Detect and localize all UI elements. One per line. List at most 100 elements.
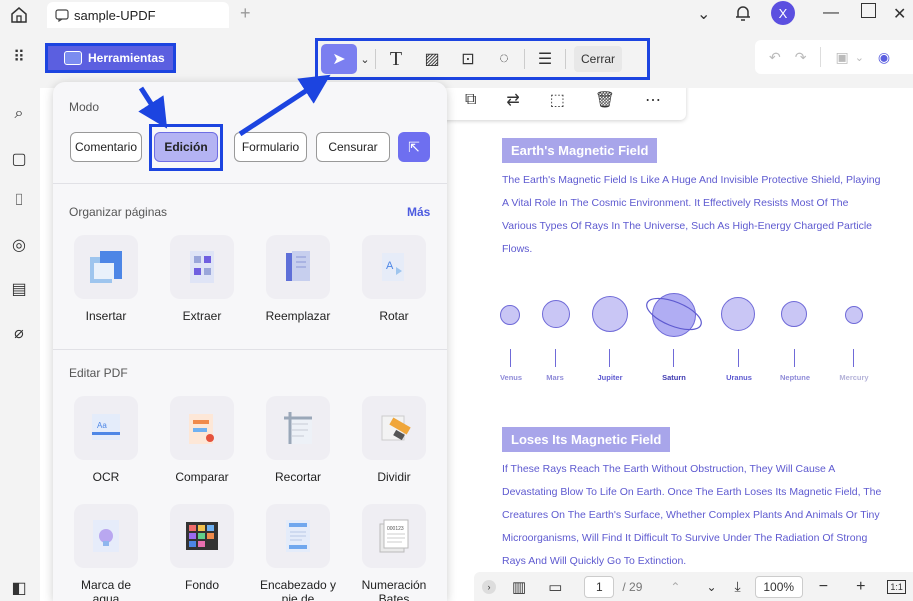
watermark-icon — [74, 504, 138, 568]
page-end-icon[interactable]: ⤓ — [735, 578, 741, 595]
pages-icon[interactable]: ▢ — [9, 149, 29, 169]
ai-doc-icon[interactable]: ▤ — [9, 279, 29, 299]
tool-comparar[interactable]: Comparar — [162, 396, 242, 484]
mode-comentario-button[interactable]: Comentario — [70, 132, 142, 162]
undo-icon[interactable]: ↶ — [769, 49, 781, 66]
zoom-in-icon[interactable]: + — [856, 578, 865, 596]
planet-mercury — [845, 306, 863, 324]
save-icon[interactable]: ▣ — [835, 49, 848, 66]
tool-label: Fondo — [184, 578, 220, 592]
bookmark-icon[interactable]: ⌷ — [9, 192, 29, 212]
saturn-ring — [646, 297, 702, 331]
tool-label: Encabezado y pie de — [259, 578, 337, 601]
tool-extraer[interactable]: Extraer — [162, 235, 242, 323]
planets-illustration[interactable]: Venus Mars Jupiter Saturn Uranus Neptune… — [495, 285, 885, 395]
planet-label: Uranus — [726, 373, 752, 382]
page-number-input[interactable]: 1 — [584, 575, 615, 598]
heading-loses-field[interactable]: Loses Its Magnetic Field — [502, 427, 671, 452]
maximize-icon[interactable] — [861, 3, 876, 18]
bell-icon[interactable] — [733, 3, 753, 23]
chevron-down-icon[interactable]: ⌄ — [357, 44, 373, 74]
tool-label: Extraer — [182, 309, 222, 323]
tool-marca-de-agua[interactable]: Marca de agua — [66, 504, 146, 601]
status-bar: › ▥ ▭ 1 / 29 ⌃ ⌄ ⤓ 100% − + 1:1 — [474, 572, 913, 601]
more-icon[interactable]: ⋯ — [645, 90, 661, 110]
new-tab-icon[interactable]: + — [240, 3, 251, 24]
tool-encabezado[interactable]: Encabezado y pie de — [258, 504, 338, 601]
fit-page-icon[interactable]: 1:1 — [887, 579, 906, 594]
tool-label: Dividir — [377, 470, 411, 484]
planet-label: Saturn — [662, 373, 686, 382]
tools-button[interactable]: Herramientas — [45, 43, 176, 73]
edit-toolbar: ➤ ⌄ T ▨ ⊡ ◌ ☰ Cerrar — [315, 38, 650, 80]
tool-rotar[interactable]: A Rotar — [354, 235, 434, 323]
close-window-icon[interactable]: ✕ — [893, 4, 906, 24]
paragraph-2[interactable]: If These Rays Reach The Earth Without Ob… — [502, 458, 887, 573]
tool-fondo[interactable]: Fondo — [162, 504, 242, 592]
apps-grid-icon[interactable]: ⠿ — [9, 47, 29, 67]
mode-formulario-button[interactable]: Formulario — [234, 132, 307, 162]
tool-ocr[interactable]: Aa OCR — [66, 396, 146, 484]
bates-numbering-icon: 000123 — [362, 504, 426, 568]
toolbox-icon — [64, 51, 82, 65]
planet-uranus — [721, 297, 755, 331]
planet-mars — [542, 300, 570, 328]
planet-jupiter — [592, 296, 628, 332]
extract-pages-icon — [170, 235, 234, 299]
add-text-icon[interactable]: T — [378, 44, 414, 74]
chevron-down-icon[interactable]: ⌄ — [855, 51, 864, 64]
highlight-box — [149, 124, 223, 171]
chevron-right-icon[interactable]: › — [482, 579, 496, 594]
tool-dividir[interactable]: Dividir — [354, 396, 434, 484]
page-down-icon[interactable]: ⌄ — [706, 580, 716, 594]
more-link[interactable]: Más — [407, 205, 430, 219]
tick — [555, 349, 556, 367]
zoom-level[interactable]: 100% — [754, 575, 803, 598]
tick — [609, 349, 610, 367]
settings-sliders-icon[interactable]: ☰ — [527, 44, 563, 74]
add-stamp-icon[interactable]: ◌ — [486, 44, 522, 74]
avatar[interactable]: X — [771, 1, 795, 25]
paragraph-1[interactable]: The Earth's Magnetic Field Is Like A Hug… — [502, 169, 882, 261]
document-tab[interactable]: sample-UPDF — [47, 2, 229, 28]
redo-icon[interactable]: ↷ — [795, 49, 807, 66]
close-edit-button[interactable]: Cerrar — [574, 46, 623, 72]
attachment-icon[interactable]: ⌀ — [9, 323, 29, 343]
mode-censurar-button[interactable]: Censurar — [316, 132, 390, 162]
tick — [673, 349, 674, 367]
delete-icon[interactable]: 🗑 — [595, 90, 615, 110]
total-pages: / 29 — [622, 579, 643, 594]
presentation-icon[interactable]: ▭ — [548, 578, 562, 596]
rotate-page-icon: A — [362, 235, 426, 299]
planet-label: Mercury — [839, 373, 869, 382]
replace-image-icon[interactable]: ⇄ — [506, 90, 519, 110]
minimize-icon[interactable]: — — [823, 4, 839, 22]
comments-icon[interactable]: ◎ — [9, 235, 29, 255]
tick — [794, 349, 795, 367]
home-icon[interactable] — [8, 4, 30, 26]
tool-label: OCR — [92, 470, 120, 484]
tool-numeracion-bates[interactable]: 000123 Numeración Bates — [354, 504, 434, 601]
ai-assistant-icon[interactable]: ◉ — [878, 49, 890, 66]
tool-reemplazar[interactable]: Reemplazar — [258, 235, 338, 323]
tool-recortar[interactable]: Recortar — [258, 396, 338, 484]
zoom-out-icon[interactable]: − — [819, 578, 828, 596]
open-external-icon[interactable]: ⇱ — [398, 132, 430, 162]
reading-mode-icon[interactable]: ▥ — [512, 578, 526, 596]
ocr-icon: Aa — [74, 396, 138, 460]
heading-earth-magnetic[interactable]: Earth's Magnetic Field — [502, 138, 658, 163]
page-up-icon[interactable]: ⌃ — [670, 580, 680, 594]
layers-icon[interactable]: ◧ — [9, 578, 29, 598]
organize-title: Organizar páginas — [69, 205, 168, 219]
tool-insertar[interactable]: Insertar — [66, 235, 146, 323]
divider — [53, 349, 447, 350]
add-link-icon[interactable]: ⊡ — [450, 44, 486, 74]
add-image-icon[interactable]: ▨ — [414, 44, 450, 74]
extract-image-icon[interactable]: ⬚ — [550, 90, 565, 110]
svg-text:000123: 000123 — [387, 526, 404, 532]
crop-icon[interactable]: ⧉ — [465, 91, 476, 109]
select-cursor-button[interactable]: ➤ — [321, 44, 357, 74]
chevron-down-icon[interactable]: ⌄ — [697, 4, 710, 24]
search-icon[interactable]: ⌕ — [9, 105, 29, 125]
tools-panel: Modo Comentario Edición Formulario Censu… — [53, 82, 447, 601]
